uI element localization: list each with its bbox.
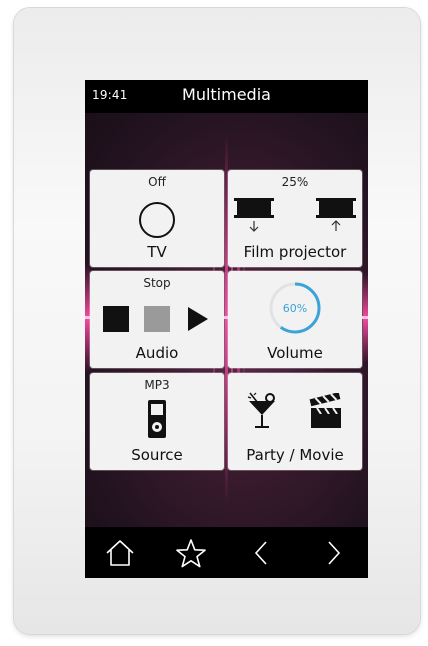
star-icon[interactable]: [174, 537, 208, 569]
pause-icon[interactable]: [144, 306, 170, 332]
tv-label: TV: [147, 243, 167, 261]
party-movie-label: Party / Movie: [246, 446, 344, 464]
tile-source[interactable]: MP3 Source: [90, 373, 224, 470]
play-icon[interactable]: [186, 306, 210, 332]
projector-screen-down-icon: [234, 198, 274, 232]
audio-label: Audio: [135, 344, 179, 362]
film-projector-label: Film projector: [243, 243, 347, 261]
circle-icon: [139, 202, 175, 238]
touch-screen: 19:41 Multimedia Off TV 25% Film project…: [85, 80, 368, 578]
tile-area: Off TV 25% Film projector Stop Audio 60%…: [85, 113, 368, 527]
audio-status: Stop: [143, 276, 171, 290]
volume-value: 60%: [283, 302, 307, 315]
tile-tv[interactable]: Off TV: [90, 170, 224, 267]
tile-volume[interactable]: 60% Volume: [228, 271, 362, 368]
source-label: Source: [131, 446, 183, 464]
volume-gauge[interactable]: 60%: [268, 281, 322, 335]
home-icon[interactable]: [103, 537, 137, 569]
tile-audio[interactable]: Stop Audio: [90, 271, 224, 368]
stop-icon[interactable]: [103, 306, 129, 332]
film-projector-status: 25%: [281, 175, 309, 189]
status-bar: 19:41 Multimedia: [85, 80, 368, 113]
tile-film-projector[interactable]: 25% Film projector: [228, 170, 362, 267]
clapperboard-icon: [309, 393, 341, 428]
source-status: MP3: [144, 378, 170, 392]
volume-label: Volume: [267, 344, 323, 362]
chevron-right-icon[interactable]: [316, 537, 350, 569]
tile-party-movie[interactable]: Party / Movie: [228, 373, 362, 470]
chevron-left-icon[interactable]: [245, 537, 279, 569]
tv-status: Off: [148, 175, 166, 189]
page-title: Multimedia: [182, 85, 271, 104]
projector-screen-up-icon: [316, 198, 356, 231]
mp3-player-icon: [148, 400, 166, 438]
cocktail-icon: [247, 392, 275, 428]
bottom-nav: [85, 527, 368, 578]
